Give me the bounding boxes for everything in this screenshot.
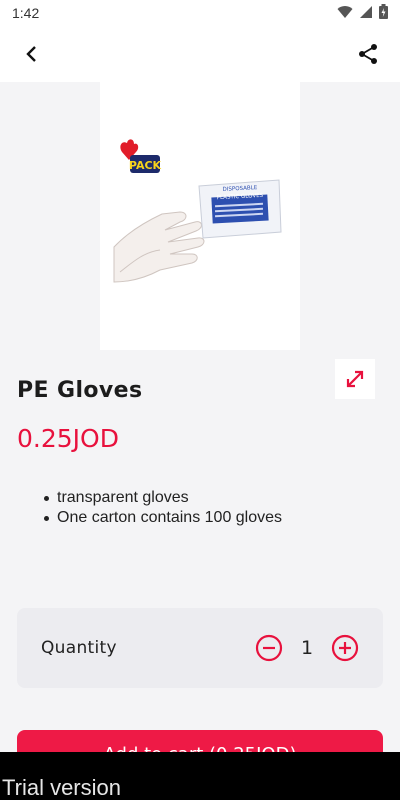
svg-text:PACK: PACK (129, 159, 162, 172)
trial-version-banner: Trial version (0, 752, 400, 800)
expand-icon (346, 370, 364, 388)
product-image-area: PACK DISPOSABLE PLASTIC GLOVES (0, 82, 400, 399)
description-item: transparent gloves (43, 488, 282, 508)
status-time: 1:42 (12, 5, 40, 21)
product-title: PE Gloves (17, 378, 143, 403)
back-arrow-icon (26, 46, 36, 62)
status-icons (337, 4, 388, 22)
product-image[interactable]: PACK DISPOSABLE PLASTIC GLOVES (100, 82, 300, 350)
quantity-card: Quantity 1 (17, 608, 383, 688)
quantity-stepper: 1 (255, 634, 359, 662)
expand-image-button[interactable] (335, 359, 375, 399)
back-button[interactable] (14, 36, 50, 72)
brand-logo: PACK (120, 139, 162, 173)
battery-icon (379, 4, 388, 22)
minus-circle-icon (255, 634, 283, 662)
quantity-label: Quantity (41, 638, 117, 658)
description-item: One carton contains 100 gloves (43, 508, 282, 528)
increase-quantity-button[interactable] (331, 634, 359, 662)
decrease-quantity-button[interactable] (255, 634, 283, 662)
share-button[interactable] (350, 36, 386, 72)
signal-icon (359, 5, 373, 22)
product-description: transparent gloves One carton contains 1… (43, 488, 282, 528)
glove-illustration (113, 211, 205, 283)
wifi-icon (337, 5, 353, 22)
app-bar (0, 26, 400, 82)
product-price: 0.25JOD (17, 424, 119, 453)
share-icon (359, 44, 377, 64)
plus-circle-icon (331, 634, 359, 662)
package-illustration: DISPOSABLE PLASTIC GLOVES (198, 179, 282, 239)
quantity-value: 1 (300, 637, 314, 659)
status-bar: 1:42 (0, 0, 400, 26)
